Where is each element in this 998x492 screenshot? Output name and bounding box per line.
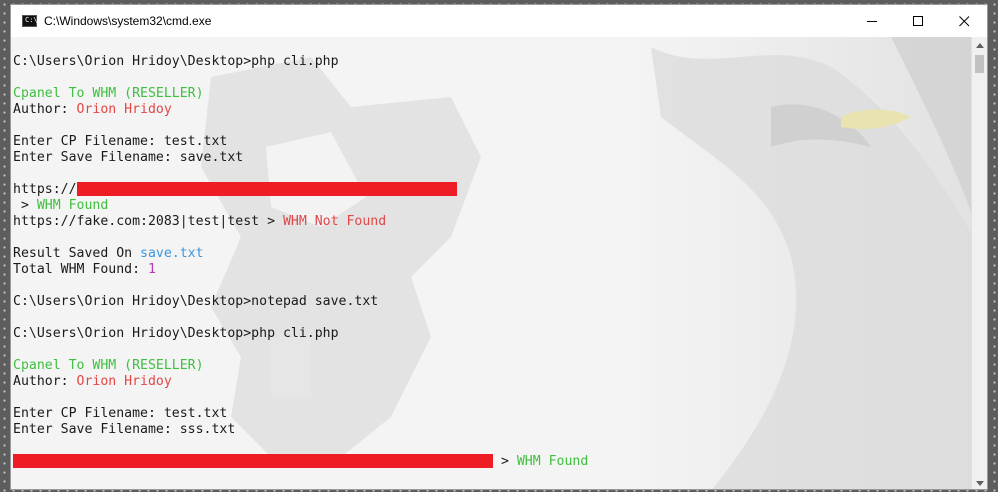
console-line: Enter Save Filename: sss.txt [13,422,588,438]
console-line: Cpanel To WHM (RESELLER) [13,86,588,102]
scrollbar-thumb[interactable] [975,55,984,73]
console-text-segment: WHM Found [516,454,589,469]
close-button[interactable] [941,5,987,37]
close-icon [958,15,969,26]
window-title: C:\Windows\system32\cmd.exe [44,14,212,28]
cmd-app-icon[interactable]: C:\ [22,15,38,27]
maximize-button[interactable] [895,5,941,37]
console-text-segment: https:// [13,182,77,197]
console-line: https:// [13,182,588,198]
vertical-scrollbar[interactable] [971,37,987,489]
console-line: > WHM Found [13,198,588,214]
console-text-segment: > [493,454,517,469]
console-line: C:\Users\Orion Hridoy\Desktop>notepad sa… [13,294,588,310]
console-line: C:\Users\Orion Hridoy\Desktop>php cli.ph… [13,54,588,70]
scroll-up-icon [976,42,984,48]
console-text-segment: Enter CP Filename: test.txt [13,134,228,149]
console-line: Total WHM Found: 1 [13,262,588,278]
console-text-segment: Orion Hridoy [76,374,172,389]
console-line: Cpanel To WHM (RESELLER) [13,358,588,374]
console-text-segment: Total WHM Found: [13,262,148,277]
console-line: C:\Users\Orion Hridoy\Desktop>php cli.ph… [13,326,588,342]
console-line: Author: Orion Hridoy [13,374,588,390]
scroll-down-icon [976,480,984,486]
redaction-bar [76,182,457,196]
console-text-segment: Enter CP Filename: test.txt [13,406,228,421]
console-line: Enter CP Filename: test.txt [13,406,588,422]
scroll-up-button[interactable] [972,37,987,53]
cmd-window: C:\ C:\Windows\system32\cmd.exe C:\Users… [10,4,988,490]
console-text-segment: Orion Hridoy [76,102,172,117]
console-text-segment: C:\Users\Orion Hridoy\Desktop>php cli.ph… [13,54,339,69]
minimize-icon [866,20,877,22]
console-line: Enter Save Filename: save.txt [13,150,588,166]
console-text-segment: WHM Found [36,198,109,213]
console-text-segment: C:\Users\Orion Hridoy\Desktop>php cli.ph… [13,326,339,341]
console-line: > WHM Found [13,454,588,470]
console-text-segment: Cpanel To WHM (RESELLER) [13,358,204,373]
console-text-segment: save.txt [140,246,204,261]
redaction-bar [13,454,493,468]
window-controls [849,5,987,37]
console-text-segment: WHM Not Found [282,214,387,229]
console-text-segment: > [13,198,37,213]
cmd-app-icon-text: C:\ [25,16,38,24]
console-line: Result Saved On save.txt [13,246,588,262]
minimize-button[interactable] [849,5,895,37]
console-text-segment: Enter Save Filename: save.txt [13,150,244,165]
console-text-segment: Cpanel To WHM (RESELLER) [13,86,204,101]
console-text: C:\Users\Orion Hridoy\Desktop>php cli.ph… [13,38,588,470]
console-text-segment: Result Saved On [13,246,141,261]
console-text-segment: 1 [147,262,156,277]
console-text-segment: Author: [13,374,77,389]
maximize-icon [912,15,923,26]
console-line: https://fake.com:2083|test|test > WHM No… [13,214,588,230]
console-text-segment: Enter Save Filename: sss.txt [13,422,236,437]
console-line: Enter CP Filename: test.txt [13,134,588,150]
console-output-area[interactable]: C:\Users\Orion Hridoy\Desktop>php cli.ph… [11,37,973,489]
console-line: Author: Orion Hridoy [13,102,588,118]
console-text-segment: Author: [13,102,77,117]
title-bar[interactable]: C:\ C:\Windows\system32\cmd.exe [11,5,987,37]
scroll-down-button[interactable] [972,475,987,489]
console-text-segment: C:\Users\Orion Hridoy\Desktop>notepad sa… [13,294,379,309]
console-text-segment: https://fake.com:2083|test|test > [13,214,283,229]
